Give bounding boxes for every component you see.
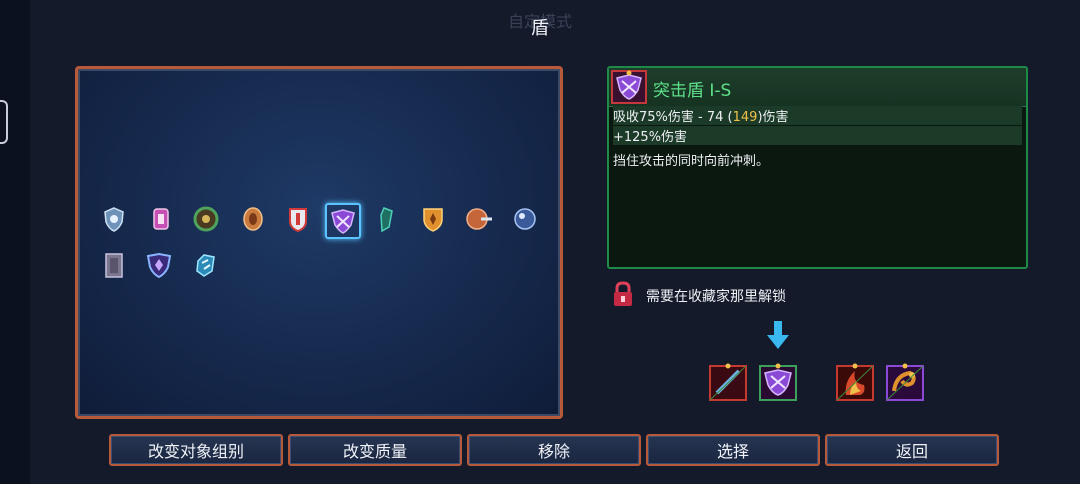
item-slot-9[interactable] — [464, 204, 494, 234]
stat-absorb-text: 吸收75%伤害 - 74 ( — [613, 110, 733, 125]
shield-bronze-round-icon — [243, 207, 263, 231]
blueprint-purple-shield-icon — [759, 363, 797, 401]
shield-grey-tower-icon — [105, 253, 123, 278]
shield-crest-blue-icon — [104, 207, 124, 232]
item-slot-10[interactable] — [510, 204, 540, 234]
shield-purple-assault-icon — [331, 209, 355, 234]
stat-damage-bonus: +125%伤害 — [613, 126, 1022, 145]
back-button[interactable]: 返回 — [825, 434, 999, 466]
bottom-button-bar: 改变对象组别 改变质量 移除 选择 返回 — [109, 434, 1000, 466]
change-quality-button[interactable]: 改变质量 — [288, 434, 462, 466]
item-info-header: 突击盾 I-S — [609, 68, 1026, 107]
shield-red-white-icon — [289, 208, 307, 233]
shield-teal-thin-icon — [380, 207, 393, 233]
item-description: 挡住攻击的同时向前冲刺。 — [613, 154, 770, 169]
item-slot-8[interactable] — [418, 204, 448, 234]
blueprint-slot-3[interactable] — [836, 363, 874, 401]
unlock-requirement-text: 需要在收藏家那里解锁 — [646, 289, 786, 305]
item-slot-4[interactable] — [238, 204, 268, 234]
stat-absorb-suffix: )伤害 — [757, 110, 789, 125]
shield-orange-crest-icon — [423, 208, 443, 232]
item-info-panel: 突击盾 I-S 吸收75%伤害 - 74 (149)伤害 +125%伤害 挡住攻… — [607, 66, 1028, 269]
item-slot-5[interactable] — [283, 204, 313, 234]
page-title: 盾 — [531, 18, 549, 39]
shield-blue-orb-icon — [514, 208, 536, 230]
shield-pink-vial-icon — [153, 208, 169, 230]
shield-spike-round-icon — [466, 208, 492, 230]
item-slot-3[interactable] — [191, 204, 221, 234]
arrow-down-icon — [766, 320, 790, 350]
select-button[interactable]: 选择 — [646, 434, 820, 466]
blueprint-orange-spiral-icon — [886, 363, 924, 401]
blueprint-slot-1[interactable] — [709, 363, 747, 401]
shield-purple-heraldic-icon — [146, 252, 172, 279]
shield-purple-assault-icon — [611, 70, 647, 104]
stat-absorb-highlight: 149 — [732, 110, 758, 125]
side-drawer-handle[interactable] — [0, 100, 8, 144]
item-grid-panel — [75, 66, 563, 419]
item-slot-2[interactable] — [146, 204, 176, 234]
blueprint-red-fire-icon — [836, 363, 874, 401]
screen-left-edge — [0, 0, 30, 484]
lock-icon — [611, 281, 635, 307]
item-slot-1[interactable] — [99, 204, 129, 234]
shield-green-round-icon — [193, 206, 219, 232]
blueprint-red-spear-icon — [709, 363, 747, 401]
item-slot-13[interactable] — [191, 250, 221, 280]
item-name: 突击盾 I-S — [653, 81, 732, 101]
selected-item-icon — [611, 70, 647, 104]
remove-button[interactable]: 移除 — [467, 434, 641, 466]
blueprint-slot-4[interactable] — [886, 363, 924, 401]
item-slot-12[interactable] — [144, 250, 174, 280]
change-group-button[interactable]: 改变对象组别 — [109, 434, 283, 466]
item-slot-7[interactable] — [371, 204, 401, 234]
item-slot-6-selected[interactable] — [325, 203, 361, 239]
shield-ice-crystal-icon — [196, 254, 215, 277]
stat-absorb: 吸收75%伤害 - 74 (149)伤害 — [613, 106, 1022, 125]
blueprint-slot-2[interactable] — [759, 363, 797, 401]
item-slot-11[interactable] — [99, 250, 129, 280]
